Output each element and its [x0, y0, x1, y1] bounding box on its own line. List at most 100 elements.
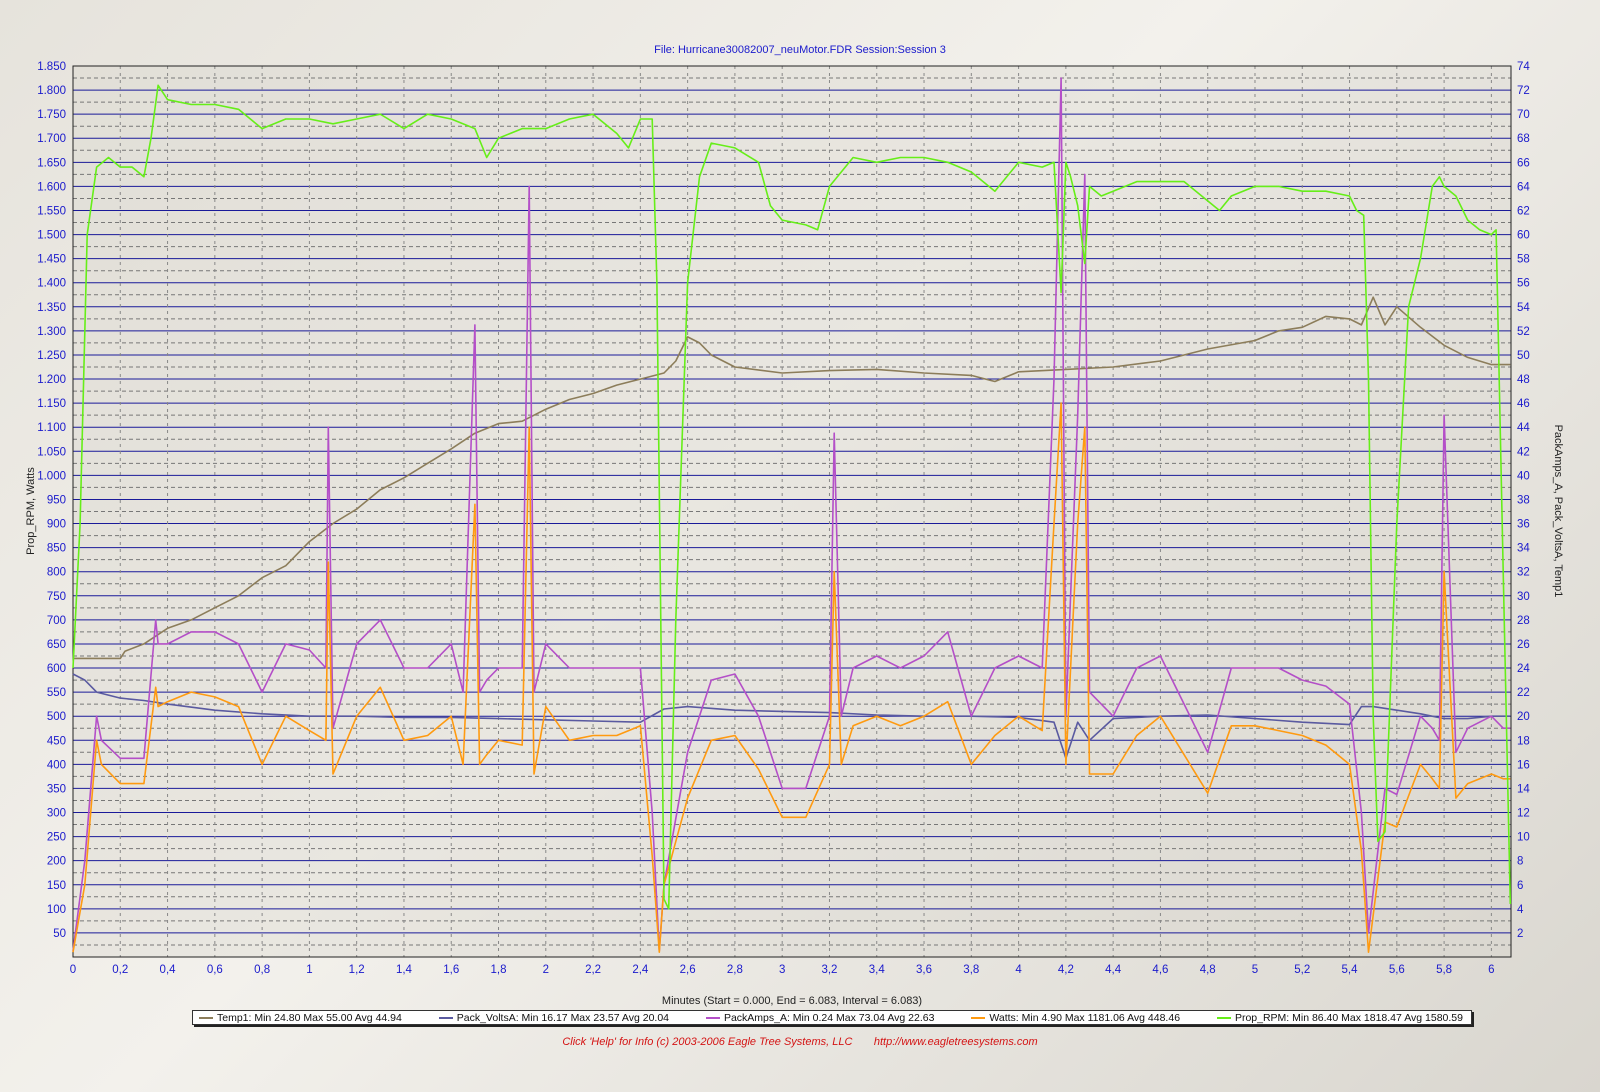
x-tick-label: 0,8: [254, 964, 270, 976]
y-axis-right-title: PackAmps_A, Pack_VoltsA, Temp1: [1552, 425, 1564, 598]
x-tick-label: 1,4: [396, 964, 413, 976]
legend-label: Watts: Min 4.90 Max 1181.06 Avg 448.46: [989, 1011, 1181, 1024]
legend-item-pack-voltsa: Pack_VoltsA: Min 16.17 Max 23.57 Avg 20.…: [438, 1011, 670, 1024]
y-left-tick-label: 1.600: [37, 181, 66, 193]
y-right-tick-label: 22: [1517, 687, 1530, 699]
x-tick-label: 5: [1252, 964, 1258, 976]
y-left-tick-label: 950: [47, 494, 66, 506]
x-tick-label: 3,6: [916, 964, 932, 976]
legend: Temp1: Min 24.80 Max 55.00 Avg 44.94 Pack…: [192, 1010, 1472, 1025]
y-right-tick-label: 50: [1517, 350, 1530, 362]
y-right-tick-label: 58: [1517, 254, 1530, 266]
y-left-tick-label: 1.650: [37, 157, 66, 169]
y-right-tick-label: 64: [1517, 181, 1530, 193]
left-axis-tick-labels: 1.850 1.800 1.750 1.700 1.650 1.600 1.550 1.500…: [37, 61, 66, 940]
right-axis-tick-labels: 7472706866646260585654525048464442403836…: [1517, 61, 1530, 940]
legend-item-packamps-a: PackAmps_A: Min 0.24 Max 73.04 Avg 22.63: [705, 1012, 934, 1024]
y-right-tick-label: 56: [1517, 278, 1530, 290]
x-axis-title: Minutes (Start = 0.000, End = 6.083, Int…: [662, 995, 922, 1007]
y-right-tick-label: 24: [1517, 663, 1530, 675]
y-right-tick-label: 16: [1517, 759, 1530, 771]
y-left-tick-label: 600: [47, 663, 66, 675]
y-right-tick-label: 36: [1517, 519, 1530, 531]
x-tick-label: 5,2: [1294, 964, 1310, 976]
x-tick-label: 3,4: [869, 964, 886, 976]
x-tick-label: 1,2: [349, 964, 365, 976]
y-right-tick-label: 40: [1517, 470, 1530, 482]
x-tick-label: 2,2: [585, 964, 601, 976]
y-left-tick-label: 1.350: [37, 302, 66, 314]
legend-swatch: [199, 1016, 213, 1019]
y-right-tick-label: 32: [1517, 567, 1530, 579]
y-right-tick-label: 26: [1517, 639, 1530, 651]
x-axis-tick-labels: 0 0,2 0,4 0,6 0,8 1 1,2 1,4 1,6 1,8 2 2,2 2,4 2,6 2,8 3…: [70, 964, 1495, 976]
legend-item-prop-rpm: Prop_RPM: Min 86.40 Max 1818.47 Avg 1580…: [1216, 1011, 1463, 1024]
y-left-tick-label: 750: [47, 591, 66, 603]
y-right-tick-label: 6: [1517, 880, 1523, 892]
y-right-tick-label: 30: [1517, 591, 1530, 603]
plot-area: [73, 66, 1511, 957]
y-right-tick-label: 18: [1517, 735, 1530, 747]
y-right-tick-label: 66: [1517, 157, 1530, 169]
x-tick-label: 0,2: [112, 964, 128, 976]
footer-url-link[interactable]: http://www.eagletreesystems.com: [874, 1036, 1038, 1048]
x-tick-label: 0,4: [160, 964, 177, 976]
y-right-tick-label: 70: [1517, 109, 1530, 121]
y-right-tick-label: 48: [1517, 374, 1530, 386]
x-tick-label: 5,6: [1389, 964, 1405, 976]
x-tick-label: 1,8: [491, 964, 507, 976]
x-tick-label: 5,8: [1436, 964, 1452, 976]
y-left-tick-label: 1.250: [37, 350, 66, 362]
x-tick-label: 3: [779, 964, 785, 976]
y-left-tick-label: 700: [47, 615, 66, 627]
y-right-tick-label: 28: [1517, 615, 1530, 627]
footer-help-text: Click 'Help' for Info (c) 2003-2006 Eagl…: [562, 1036, 853, 1048]
y-right-tick-label: 74: [1517, 61, 1530, 73]
x-tick-label: 3,2: [821, 964, 837, 976]
x-tick-label: 4,2: [1058, 964, 1074, 976]
legend-label: Temp1: Min 24.80 Max 55.00 Avg 44.94: [217, 1011, 402, 1024]
y-right-tick-label: 52: [1517, 326, 1530, 338]
legend-swatch: [705, 1016, 720, 1019]
y-right-tick-label: 20: [1517, 711, 1530, 723]
y-right-tick-label: 8: [1517, 856, 1523, 868]
y-left-tick-label: 1.150: [37, 398, 66, 410]
y-left-tick-label: 1.550: [37, 205, 66, 217]
y-left-tick-label: 1.700: [37, 133, 66, 145]
y-left-tick-label: 1.800: [37, 85, 66, 97]
legend-swatch: [438, 1016, 453, 1019]
y-left-tick-label: 1.750: [37, 109, 66, 121]
y-left-tick-label: 550: [47, 687, 66, 699]
x-tick-label: 6: [1488, 964, 1494, 976]
legend-label: Prop_RPM: Min 86.40 Max 1818.47 Avg 1580…: [1234, 1011, 1463, 1024]
y-right-tick-label: 42: [1517, 446, 1530, 458]
y-right-tick-label: 46: [1517, 398, 1530, 410]
y-right-tick-label: 34: [1517, 543, 1530, 555]
chart: 1.850 1.800 1.750 1.700 1.650 1.600 1.550 1.500…: [25, 61, 1564, 1007]
y-left-tick-label: 150: [47, 880, 66, 892]
x-tick-label: 2: [543, 964, 549, 976]
y-left-tick-label: 250: [47, 832, 66, 844]
x-tick-label: 0: [70, 964, 76, 976]
y-left-tick-label: 450: [47, 735, 66, 747]
y-right-tick-label: 54: [1517, 302, 1530, 314]
x-tick-label: 4: [1015, 964, 1022, 976]
y-left-tick-label: 400: [47, 759, 66, 771]
y-left-tick-label: 900: [47, 519, 66, 531]
legend-label: Pack_VoltsA: Min 16.17 Max 23.57 Avg 20.…: [456, 1011, 670, 1024]
y-left-tick-label: 1.050: [37, 446, 66, 458]
y-left-tick-label: 500: [47, 711, 66, 723]
x-tick-label: 1,6: [443, 964, 459, 976]
y-right-tick-label: 72: [1517, 85, 1530, 97]
x-tick-label: 4,8: [1200, 964, 1216, 976]
y-left-tick-label: 650: [47, 639, 66, 651]
x-tick-label: 0,6: [207, 964, 223, 976]
y-right-tick-label: 10: [1517, 832, 1530, 844]
y-left-tick-label: 1.450: [37, 254, 66, 266]
y-left-tick-label: 350: [47, 783, 66, 795]
x-tick-label: 4,4: [1105, 964, 1122, 976]
y-right-tick-label: 38: [1517, 494, 1530, 506]
y-right-tick-label: 14: [1517, 783, 1530, 795]
x-tick-label: 1: [306, 964, 312, 976]
x-tick-label: 2,8: [727, 964, 743, 976]
